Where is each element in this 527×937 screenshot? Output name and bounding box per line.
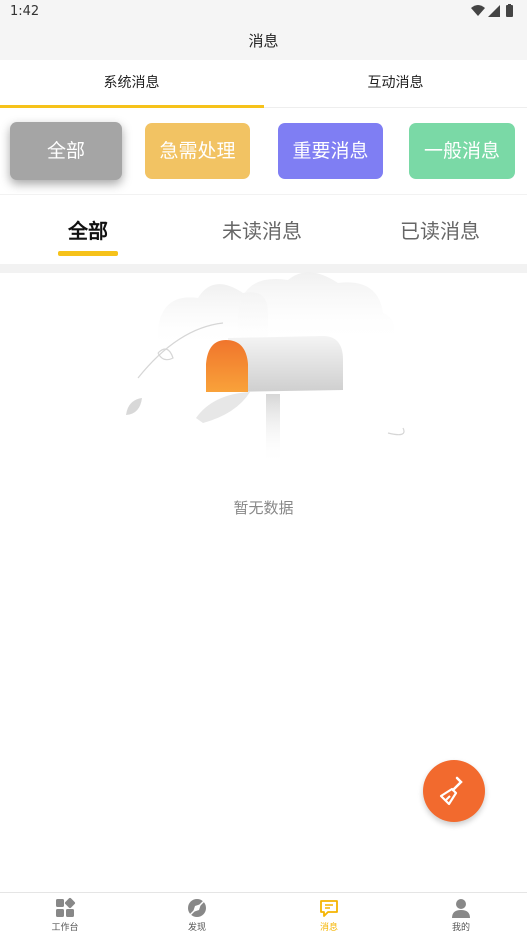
message-icon xyxy=(320,900,338,917)
nav-label: 发现 xyxy=(187,923,206,933)
top-tabs: 系统消息 互动消息 xyxy=(0,60,527,108)
empty-state-text: 暂无数据 xyxy=(233,499,294,517)
mailbox-illustration xyxy=(126,272,405,464)
status-time: 1:42 xyxy=(10,4,40,19)
nav-profile[interactable]: 我的 xyxy=(411,897,511,935)
nav-label: 工作台 xyxy=(51,923,79,933)
wifi-icon xyxy=(471,5,485,16)
clear-fab-button[interactable] xyxy=(423,760,485,822)
user-icon xyxy=(452,899,470,918)
category-important-button[interactable]: 重要消息 xyxy=(278,123,383,179)
battery-icon xyxy=(506,5,513,17)
signal-icon xyxy=(488,5,500,17)
nav-label: 我的 xyxy=(451,923,470,933)
broom-icon xyxy=(439,776,463,806)
nav-workbench[interactable]: 工作台 xyxy=(15,897,115,935)
category-general-button[interactable]: 一般消息 xyxy=(409,123,515,179)
tab-interaction-messages[interactable]: 互动消息 xyxy=(264,60,527,108)
compass-icon xyxy=(187,898,207,918)
nav-messages[interactable]: 消息 xyxy=(279,897,379,935)
app-header: 消息 xyxy=(0,24,527,60)
read-filter-tabs: 全部 未读消息 已读消息 xyxy=(0,194,527,264)
tab-system-messages[interactable]: 系统消息 xyxy=(0,60,263,108)
status-bar: 1:42 xyxy=(0,0,527,24)
tab-all[interactable]: 全部 xyxy=(68,215,108,244)
read-tab-indicator xyxy=(58,251,118,256)
tab-unread[interactable]: 未读消息 xyxy=(222,215,302,244)
nav-label: 消息 xyxy=(319,923,338,933)
nav-discover[interactable]: 发现 xyxy=(147,897,247,935)
bottom-nav: 工作台 发现 消息 我的 xyxy=(0,892,527,937)
tab-read[interactable]: 已读消息 xyxy=(400,215,480,244)
page-title: 消息 xyxy=(248,32,279,50)
grid-icon xyxy=(56,897,76,917)
status-icons xyxy=(471,4,513,17)
category-urgent-button[interactable]: 急需处理 xyxy=(145,123,250,179)
category-row: 全部 急需处理 重要消息 一般消息 xyxy=(0,108,527,194)
category-all-button[interactable]: 全部 xyxy=(10,122,122,180)
